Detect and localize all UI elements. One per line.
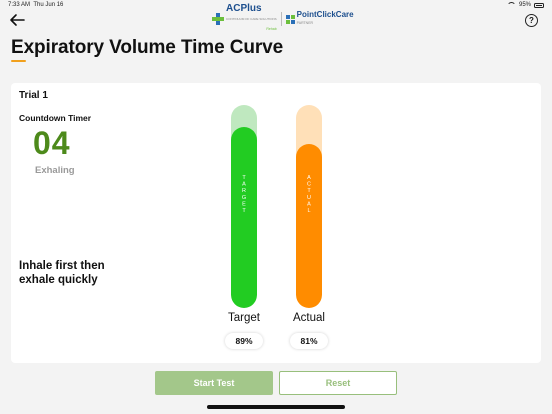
title-underline (11, 60, 26, 62)
status-indicators: 95% (506, 2, 544, 8)
help-button[interactable]: ? (525, 14, 538, 27)
pointclickcare-logo: PointClickCare PARTNER (297, 11, 354, 27)
target-gauge-label: TARGET (241, 175, 247, 215)
countdown-value: 04 (33, 125, 71, 161)
page-title: Expiratory Volume Time Curve (11, 37, 284, 58)
status-time: 7:33 AM Thu Jun 16 (8, 2, 64, 8)
target-name: Target (228, 312, 260, 324)
instruction-text: Inhale first then exhale quickly (19, 260, 105, 286)
acplus-logo: ACPlus CONTINUUM OF CARE SOLUTIONS Rehab (212, 4, 277, 34)
reset-button[interactable]: Reset (279, 371, 397, 395)
acplus-tag: Rehab (266, 27, 277, 31)
home-indicator[interactable] (207, 405, 345, 409)
medical-cross-icon (212, 13, 224, 25)
countdown-label: Countdown Timer (19, 113, 92, 123)
pointclickcare-icon (285, 14, 295, 24)
trial-label: Trial 1 (19, 90, 48, 101)
pointclickcare-name: PointClickCare (296, 10, 354, 19)
pointclickcare-subtitle: PARTNER (296, 21, 314, 25)
trial-card: Trial 1 Countdown Timer 04 Exhaling Inha… (11, 83, 541, 363)
target-gauge: TARGET (231, 105, 257, 308)
arrow-left-icon (10, 14, 25, 26)
header-logos: ACPlus CONTINUUM OF CARE SOLUTIONS Rehab… (212, 4, 354, 31)
target-gauge-fill (231, 127, 257, 308)
actual-gauge-label: ACTUAL (306, 175, 312, 215)
battery-percent: 95% (518, 2, 531, 8)
start-test-button[interactable]: Start Test (155, 371, 273, 395)
actual-gauge: ACTUAL (296, 105, 322, 308)
battery-icon (534, 2, 544, 8)
acplus-name: ACPlus (226, 3, 262, 14)
wifi-icon (506, 2, 516, 8)
target-percent: 89% (225, 333, 263, 349)
breathing-phase: Exhaling (35, 165, 75, 176)
question-icon: ? (529, 16, 534, 25)
acplus-subtitle: CONTINUUM OF CARE SOLUTIONS (226, 17, 277, 21)
back-button[interactable] (8, 12, 26, 28)
actual-name: Actual (293, 312, 325, 324)
actual-gauge-fill (296, 143, 322, 308)
logo-divider (280, 12, 282, 26)
actual-percent: 81% (290, 333, 328, 349)
